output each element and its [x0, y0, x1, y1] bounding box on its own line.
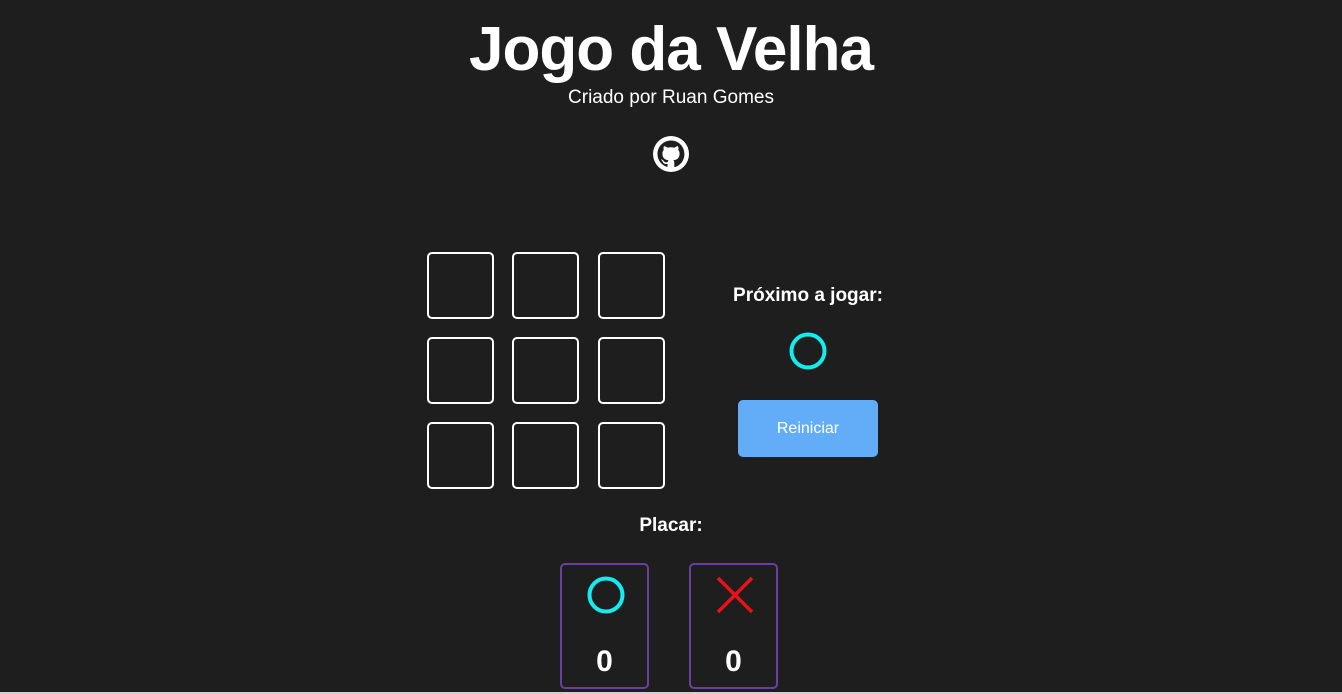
board-cell-9[interactable] — [598, 422, 665, 489]
page: Jogo da Velha Criado por Ruan Gomes Próx… — [0, 0, 1342, 694]
page-title: Jogo da Velha — [469, 15, 874, 84]
circle-icon — [587, 576, 625, 614]
page-subtitle: Criado por Ruan Gomes — [568, 87, 774, 108]
github-link[interactable] — [652, 135, 690, 173]
board-cell-5[interactable] — [512, 337, 579, 404]
score-card-o: 0 — [560, 563, 649, 689]
score-value-x: 0 — [725, 645, 742, 678]
turn-panel: Próximo a jogar: Reiniciar — [720, 282, 896, 457]
board-cell-6[interactable] — [598, 337, 665, 404]
board-cell-7[interactable] — [427, 422, 494, 489]
game-board — [427, 252, 665, 489]
score-card-x: 0 — [689, 563, 778, 689]
next-player-label: Próximo a jogar: — [733, 285, 883, 306]
reset-button[interactable]: Reiniciar — [738, 400, 878, 457]
cross-icon — [716, 576, 754, 614]
board-cell-8[interactable] — [512, 422, 579, 489]
board-cell-3[interactable] — [598, 252, 665, 319]
circle-icon — [789, 332, 827, 370]
board-cell-1[interactable] — [427, 252, 494, 319]
score-value-o: 0 — [596, 645, 613, 678]
score-label: Placar: — [639, 515, 703, 536]
github-icon — [653, 136, 689, 172]
board-cell-2[interactable] — [512, 252, 579, 319]
board-cell-4[interactable] — [427, 337, 494, 404]
